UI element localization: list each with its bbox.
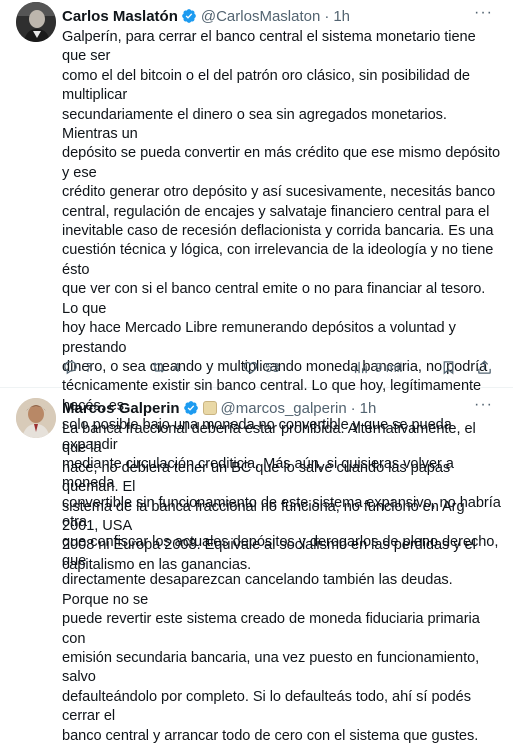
retweet-count: 4 xyxy=(173,359,181,375)
avatar-photo xyxy=(16,398,56,438)
reply-button[interactable]: 7 xyxy=(62,356,92,378)
tweet-header: Carlos Maslatón @CarlosMaslaton · 1h ··· xyxy=(62,4,501,26)
retweet-button[interactable]: 4 xyxy=(150,356,180,378)
like-count: 53 xyxy=(265,359,280,375)
tweet-actions: 7 4 53 9 mil xyxy=(62,356,501,378)
bookmark-icon xyxy=(443,360,454,374)
more-options-icon[interactable]: ··· xyxy=(474,4,493,22)
retweet-icon xyxy=(152,361,165,373)
display-name[interactable]: Marcos Galperin xyxy=(62,400,180,417)
timestamp[interactable]: 1h xyxy=(360,400,377,417)
avatar[interactable] xyxy=(16,2,56,42)
reply-icon xyxy=(64,360,77,374)
verified-badge-icon xyxy=(183,401,198,415)
affiliate-badge-icon[interactable] xyxy=(202,401,217,415)
heart-icon xyxy=(243,361,258,374)
views-count: 9 mil xyxy=(375,359,403,375)
separator-dot: · xyxy=(350,399,356,417)
avatar[interactable] xyxy=(16,398,56,438)
like-button[interactable]: 53 xyxy=(242,356,279,378)
share-icon xyxy=(478,359,491,374)
tweet-text: La banca fraccional debería estar prohib… xyxy=(62,421,476,573)
verified-badge-icon xyxy=(182,9,196,23)
tweet-header: Marcos Galperin @marcos_galperin · 1h ··… xyxy=(62,396,501,418)
tweet-text: Galperín, para cerrar el banco central e… xyxy=(62,29,501,744)
more-options-icon[interactable]: ··· xyxy=(474,396,493,414)
views-button[interactable]: 9 mil xyxy=(352,356,402,378)
avatar-photo xyxy=(16,2,56,42)
user-handle[interactable]: @CarlosMaslaton xyxy=(201,8,320,25)
tweet-galperin[interactable]: Marcos Galperin @marcos_galperin · 1h ··… xyxy=(0,388,513,573)
tweet-maslaton[interactable]: Carlos Maslatón @CarlosMaslaton · 1h ···… xyxy=(0,0,513,744)
views-chart-icon xyxy=(354,361,367,373)
share-button[interactable] xyxy=(476,356,493,378)
separator-dot: · xyxy=(324,7,330,25)
reply-count: 7 xyxy=(85,359,93,375)
display-name[interactable]: Carlos Maslatón xyxy=(62,8,178,25)
timestamp[interactable]: 1h xyxy=(333,8,350,25)
user-handle[interactable]: @marcos_galperin xyxy=(221,400,347,417)
bookmark-button[interactable] xyxy=(440,356,457,378)
